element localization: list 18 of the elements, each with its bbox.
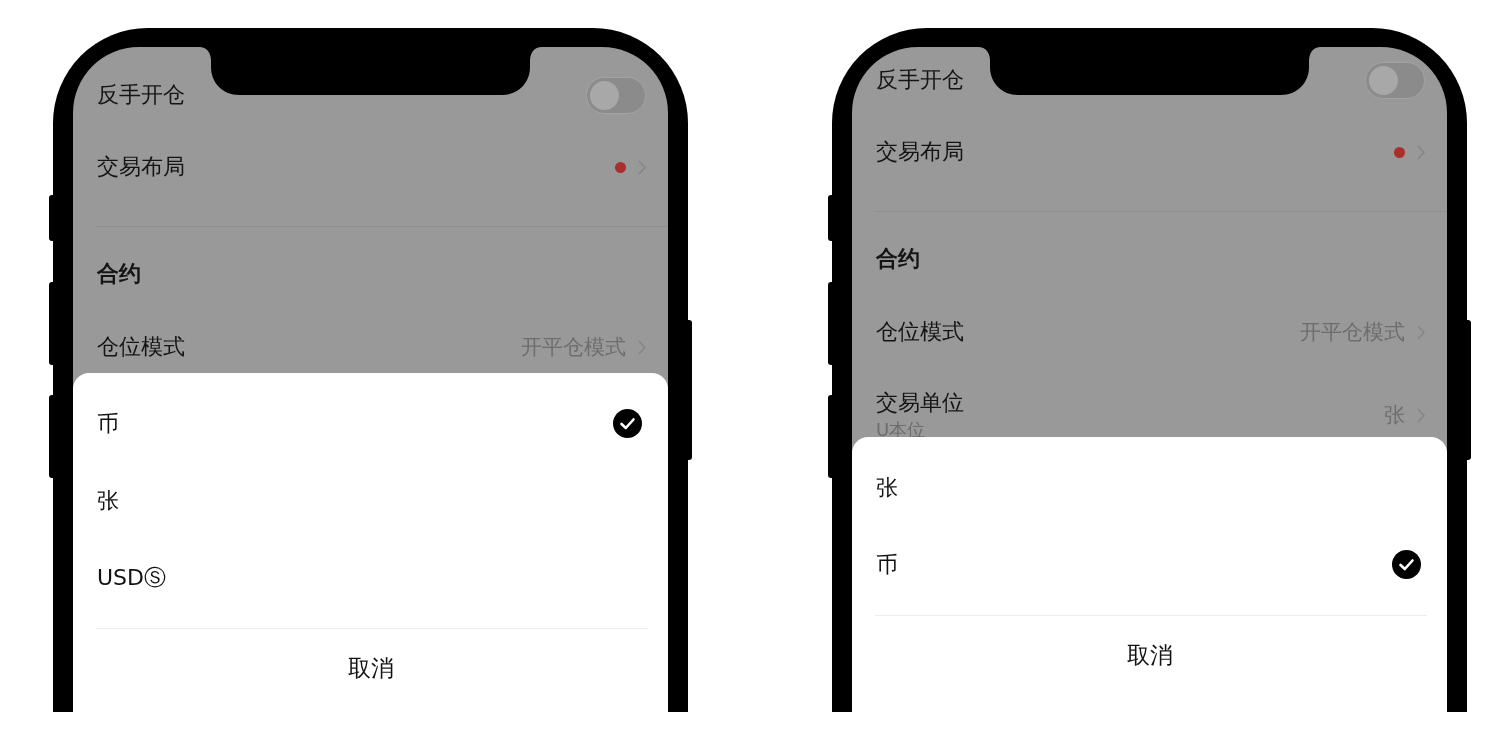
setting-label: 交易单位: [876, 389, 964, 417]
toggle-switch[interactable]: [1365, 61, 1425, 99]
toggle-switch[interactable]: [586, 76, 646, 114]
setting-label: 反手开仓: [97, 81, 185, 109]
setting-label: 仓位模式: [97, 333, 185, 361]
unit-option[interactable]: 张: [73, 462, 668, 539]
section-title: 合约: [97, 260, 141, 288]
unit-option[interactable]: 币: [852, 526, 1447, 603]
setting-label: 交易布局: [876, 138, 964, 166]
cancel-button[interactable]: 取消: [852, 616, 1447, 694]
setting-label: 反手开仓: [876, 66, 964, 94]
unit-option[interactable]: 张: [852, 449, 1447, 526]
cancel-button[interactable]: 取消: [73, 629, 668, 707]
section-title: 合约: [876, 245, 920, 273]
setting-label: 仓位模式: [876, 318, 964, 346]
setting-label: 交易布局: [97, 153, 185, 181]
unit-option[interactable]: 币: [73, 385, 668, 462]
unit-option[interactable]: USDⓈ: [73, 539, 668, 616]
